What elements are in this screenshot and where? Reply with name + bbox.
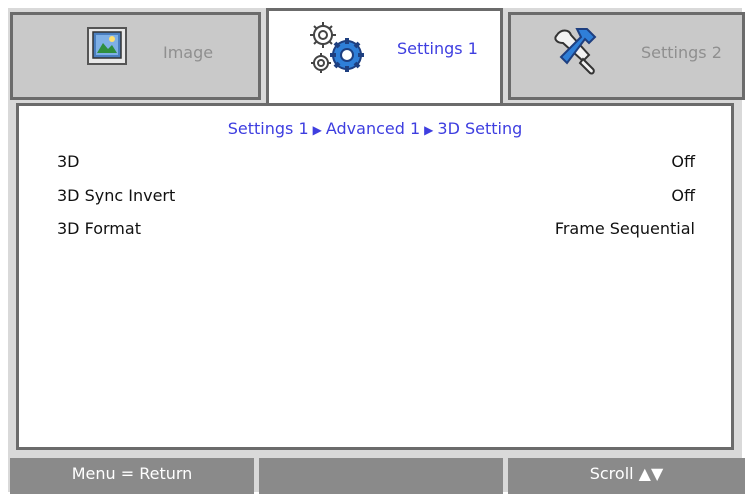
tab-image[interactable]: Image <box>10 12 261 100</box>
menu-item-value[interactable]: Off <box>671 152 695 171</box>
menu-item-label: 3D <box>57 152 80 171</box>
breadcrumb: Settings 1 ▶ Advanced 1 ▶ 3D Setting <box>19 119 731 138</box>
menu-item-value[interactable]: Frame Sequential <box>555 219 695 238</box>
menu-item-3d-sync-invert[interactable]: 3D Sync Invert Off <box>57 186 695 210</box>
menu-item-3d-format[interactable]: 3D Format Frame Sequential <box>57 219 695 243</box>
breadcrumb-advanced-1: Advanced 1 <box>325 119 421 138</box>
tab-settings-1-label: Settings 1 <box>397 39 478 58</box>
menu-item-3d[interactable]: 3D Off <box>57 152 695 176</box>
gears-icon <box>310 22 364 73</box>
content-panel: Settings 1 ▶ Advanced 1 ▶ 3D Setting 3D Off … <box>16 103 734 450</box>
breadcrumb-separator-icon: ▶ <box>424 123 434 137</box>
tab-settings-2[interactable]: Settings 2 <box>508 12 745 100</box>
tab-settings-1[interactable]: Settings 1 <box>266 8 503 106</box>
tools-icon <box>554 28 597 75</box>
breadcrumb-separator-icon: ▶ <box>312 123 322 137</box>
menu-item-label: 3D Sync Invert <box>57 186 176 205</box>
footer-scroll: Scroll ▲▼ <box>508 458 745 494</box>
footer-menu-return: Menu = Return <box>10 458 254 494</box>
tab-settings-2-label: Settings 2 <box>641 43 722 62</box>
footer-blank <box>259 458 503 494</box>
menu-item-label: 3D Format <box>57 219 141 238</box>
breadcrumb-settings-1: Settings 1 <box>227 119 309 138</box>
image-icon <box>87 27 127 65</box>
breadcrumb-3d-setting: 3D Setting <box>437 119 523 138</box>
menu-item-value[interactable]: Off <box>671 186 695 205</box>
tab-image-label: Image <box>163 43 214 62</box>
